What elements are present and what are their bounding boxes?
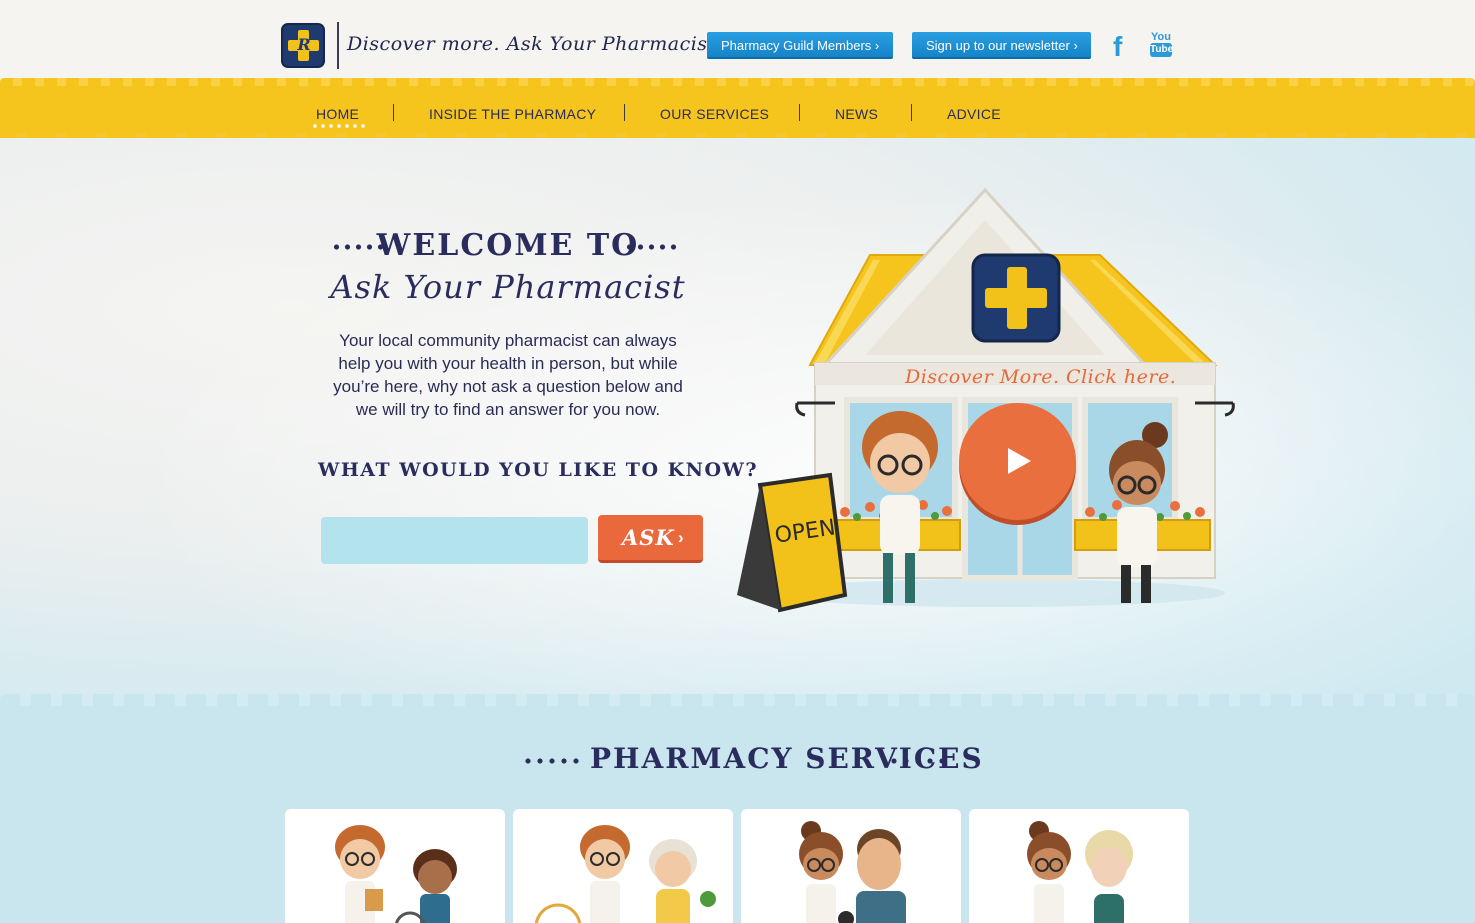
nav-our-services[interactable]: OUR SERVICES	[660, 106, 769, 122]
service-card[interactable]	[285, 809, 505, 923]
newsletter-label: Sign up to our newsletter	[926, 38, 1070, 53]
guild-members-button[interactable]: Pharmacy Guild Members ›	[707, 32, 893, 59]
pharmacy-shop-illustration[interactable]: OPEN	[735, 185, 1235, 615]
page-title: Ask Your Pharmacist	[330, 268, 686, 306]
decorative-dots	[522, 758, 584, 764]
pharmacy-logo[interactable]: R	[281, 23, 325, 68]
newsletter-signup-button[interactable]: Sign up to our newsletter ›	[912, 32, 1091, 59]
youtube-icon[interactable]: You Tube	[1150, 31, 1173, 59]
logo-letter: R	[297, 35, 311, 54]
play-icon	[1008, 448, 1031, 474]
question-input[interactable]	[321, 517, 588, 564]
facebook-icon[interactable]: f	[1113, 31, 1122, 63]
chevron-right-icon: ›	[678, 528, 685, 547]
pharmacist-with-patient-illustration	[335, 825, 457, 923]
delivery-illustration	[534, 825, 716, 923]
nav-inside-the-pharmacy[interactable]: INSIDE THE PHARMACY	[429, 106, 596, 122]
consultation-illustration	[1027, 821, 1133, 923]
service-card[interactable]	[969, 809, 1189, 923]
nav-separator	[393, 104, 394, 121]
guild-members-label: Pharmacy Guild Members	[721, 38, 872, 53]
service-card[interactable]	[741, 809, 961, 923]
nav-separator	[624, 104, 625, 121]
discover-more-link[interactable]: Discover More. Click here.	[905, 366, 1176, 388]
service-card[interactable]	[513, 809, 733, 923]
services-heading: PHARMACY SERVICES	[590, 742, 984, 775]
nav-news[interactable]: NEWS	[835, 106, 878, 122]
chevron-right-icon: ›	[874, 38, 880, 53]
nav-advice[interactable]: ADVICE	[947, 106, 1001, 122]
intro-text: Your local community pharmacist can alwa…	[333, 331, 683, 419]
ask-button-label: ASK	[622, 525, 675, 550]
play-video-button[interactable]	[959, 403, 1076, 520]
services-section	[0, 694, 1475, 923]
nav-separator	[799, 104, 800, 121]
nav-separator	[911, 104, 912, 121]
question-heading: WHAT WOULD YOU LIKE TO KNOW?	[318, 459, 759, 481]
chevron-right-icon: ›	[1073, 38, 1078, 53]
decorative-dots	[888, 758, 950, 764]
decorative-dots	[624, 244, 679, 250]
logo-divider	[337, 22, 339, 69]
blood-pressure-illustration	[799, 821, 906, 923]
site-tagline: Discover more. Ask Your Pharmacist.	[347, 33, 723, 55]
ask-button[interactable]: ASK ›	[598, 515, 703, 563]
nav-home[interactable]: HOME	[316, 106, 359, 122]
nav-active-indicator	[311, 124, 365, 128]
